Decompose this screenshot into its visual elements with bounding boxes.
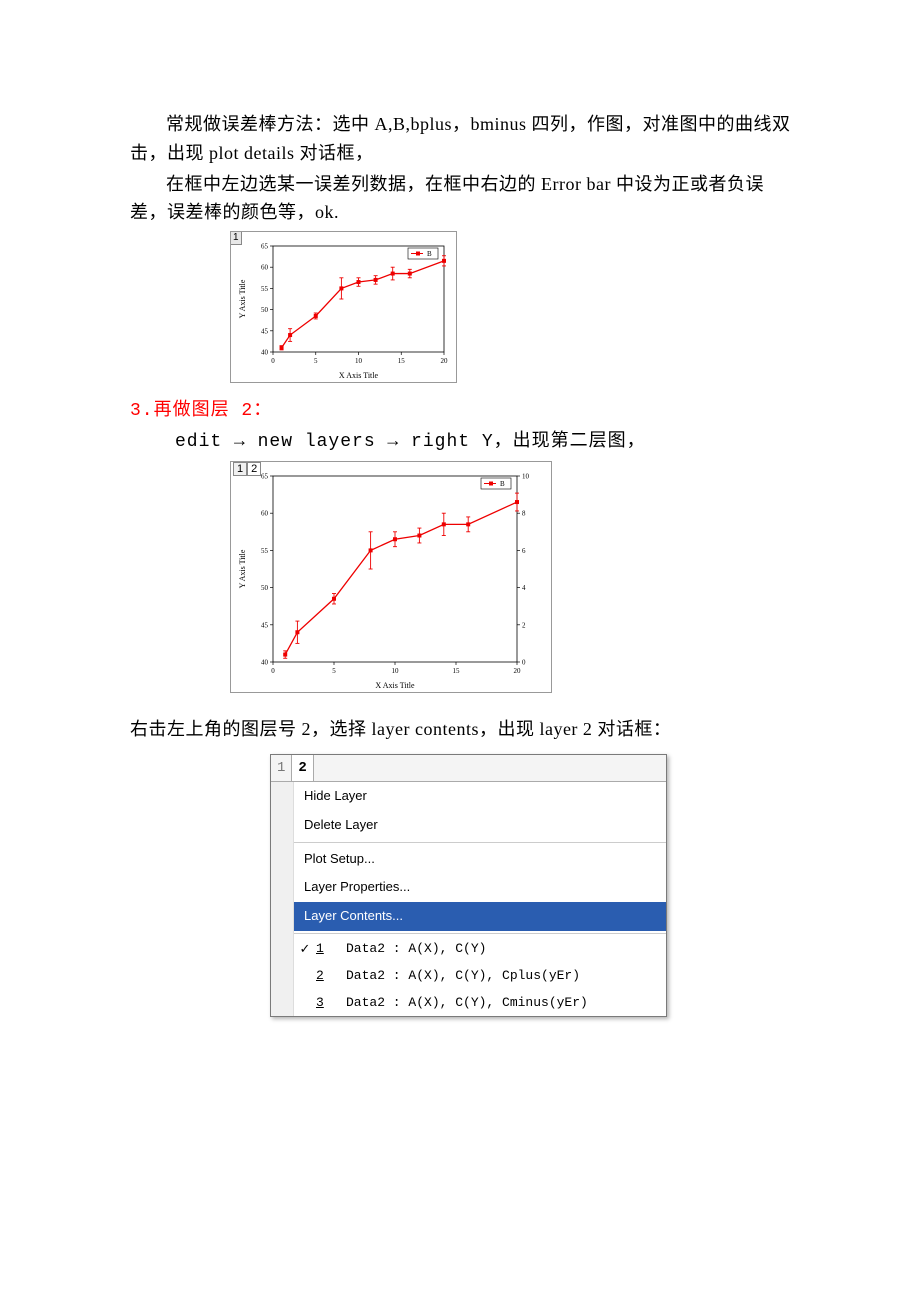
layer-tab-2-active: 2 — [247, 462, 261, 476]
menu-separator — [294, 933, 666, 934]
svg-text:B: B — [427, 250, 432, 258]
svg-text:0: 0 — [271, 357, 275, 365]
menu-gutter — [271, 782, 294, 1016]
menu-items-list: Hide LayerDelete LayerPlot Setup...Layer… — [294, 782, 666, 1016]
menu-header-tab-1[interactable]: 1 — [271, 755, 292, 781]
menu-data-item-1[interactable]: ✓1Data2 : A(X), C(Y) — [294, 936, 666, 963]
menu-data-label: Data2 : A(X), C(Y), Cminus(yEr) — [336, 993, 588, 1014]
paragraph-rightclick-layer: 右击左上角的图层号 2，选择 layer contents，出现 layer 2… — [130, 715, 800, 744]
menu-header-tab-2[interactable]: 2 — [292, 755, 313, 781]
svg-text:Y Axis Title: Y Axis Title — [238, 279, 247, 318]
svg-text:50: 50 — [261, 584, 269, 592]
svg-text:10: 10 — [522, 472, 530, 480]
svg-text:55: 55 — [261, 285, 269, 293]
layer-tab-1-inactive: 1 — [233, 462, 247, 476]
svg-text:2: 2 — [522, 621, 526, 629]
svg-text:45: 45 — [261, 327, 269, 335]
menu-data-index: 2 — [316, 966, 336, 987]
check-icon: ✓ — [294, 939, 316, 960]
svg-text:40: 40 — [261, 349, 269, 357]
menu-separator — [294, 842, 666, 843]
menu-item-layer-contents[interactable]: Layer Contents... — [294, 902, 666, 931]
menu-data-label: Data2 : A(X), C(Y) — [336, 939, 486, 960]
context-menu-dialog: 1 2 Hide LayerDelete LayerPlot Setup...L… — [270, 754, 667, 1018]
menu-item-hide-layer[interactable]: Hide Layer — [294, 782, 666, 811]
menu-item-plot-setup[interactable]: Plot Setup... — [294, 845, 666, 874]
menu-item-delete-layer[interactable]: Delete Layer — [294, 811, 666, 840]
svg-text:10: 10 — [355, 357, 363, 365]
svg-text:40: 40 — [261, 658, 269, 666]
svg-text:0: 0 — [522, 658, 526, 666]
svg-text:4: 4 — [522, 584, 526, 592]
chart-layer1: 1 0 5 10 15 20 40 45 50 55 60 65 X Axis Title Y Axis… — [230, 231, 457, 383]
menu-data-item-2[interactable]: 2Data2 : A(X), C(Y), Cplus(yEr) — [294, 963, 666, 990]
svg-text:65: 65 — [261, 243, 269, 251]
paragraph-error-setting: 在框中左边选某一误差列数据，在框中右边的 Error bar 中设为正或者负误差… — [130, 170, 800, 228]
svg-text:20: 20 — [441, 357, 449, 365]
svg-text:55: 55 — [261, 547, 269, 555]
svg-text:5: 5 — [332, 667, 336, 675]
svg-text:X Axis Title: X Axis Title — [339, 371, 379, 380]
svg-text:50: 50 — [261, 306, 269, 314]
svg-text:60: 60 — [261, 509, 269, 517]
svg-text:Y Axis Title: Y Axis Title — [238, 549, 247, 588]
svg-text:20: 20 — [514, 667, 522, 675]
paragraph-new-layer-path: edit → new layers → right Y，出现第二层图， — [130, 428, 800, 457]
menu-item-layer-properties[interactable]: Layer Properties... — [294, 873, 666, 902]
menu-data-index: 3 — [316, 993, 336, 1014]
svg-text:45: 45 — [261, 621, 269, 629]
svg-text:0: 0 — [271, 667, 275, 675]
menu-header: 1 2 — [271, 755, 666, 782]
svg-text:X Axis Title: X Axis Title — [375, 681, 415, 690]
svg-text:6: 6 — [522, 547, 526, 555]
layer-tabs-group: 1 2 — [231, 462, 263, 476]
svg-text:8: 8 — [522, 509, 526, 517]
svg-text:15: 15 — [398, 357, 406, 365]
heading-layer2: 3.再做图层 2： — [130, 397, 800, 426]
svg-text:15: 15 — [453, 667, 461, 675]
paragraph-method-intro: 常规做误差棒方法：选中 A,B,bplus，bminus 四列，作图，对准图中的… — [130, 110, 800, 168]
menu-data-item-3[interactable]: 3Data2 : A(X), C(Y), Cminus(yEr) — [294, 990, 666, 1017]
menu-data-label: Data2 : A(X), C(Y), Cplus(yEr) — [336, 966, 580, 987]
chart-layer2: 1 2 051015204045505560650246810X Axis Ti… — [230, 461, 552, 693]
svg-text:5: 5 — [314, 357, 318, 365]
menu-data-index: 1 — [316, 939, 336, 960]
svg-text:60: 60 — [261, 264, 269, 272]
svg-text:10: 10 — [392, 667, 400, 675]
svg-text:B: B — [500, 480, 505, 488]
layer-tab-1: 1 — [231, 232, 242, 245]
